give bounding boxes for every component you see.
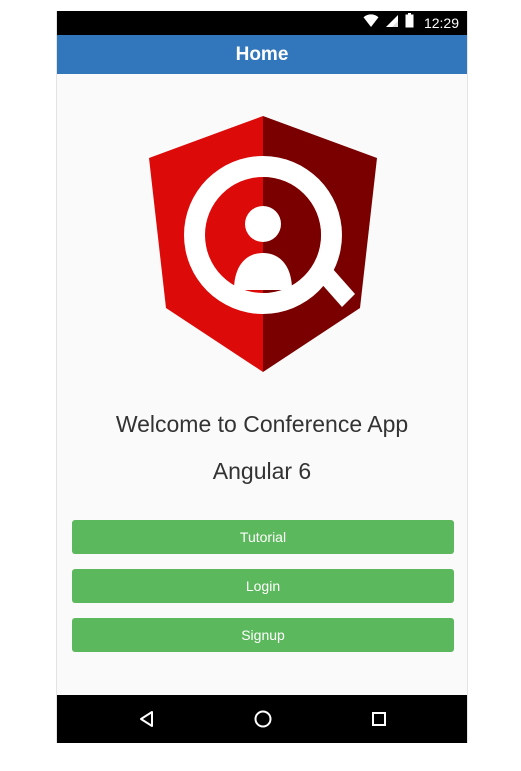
signal-icon [385, 11, 399, 35]
app-header: Home [57, 35, 467, 74]
status-time: 12:29 [423, 15, 459, 31]
recent-apps-button[interactable] [367, 707, 391, 731]
phone-frame: 12:29 Home Welcome to Conference App Ang… [56, 11, 468, 743]
home-icon [254, 710, 272, 728]
welcome-title: Welcome to Conference App [115, 411, 409, 437]
main-content: Welcome to Conference App Angular 6 Tuto… [57, 74, 467, 695]
android-navigation-bar [57, 695, 467, 743]
page-title: Home [235, 43, 289, 65]
login-button[interactable]: Login [72, 569, 454, 603]
back-button[interactable] [135, 707, 159, 731]
wifi-icon [363, 11, 379, 35]
back-icon [140, 711, 153, 727]
status-icons: 12:29 [363, 11, 459, 35]
signup-button[interactable]: Signup [72, 618, 454, 652]
framework-title: Angular 6 [212, 458, 312, 484]
home-button[interactable] [251, 707, 275, 731]
recent-apps-icon [372, 712, 386, 726]
status-bar: 12:29 [57, 11, 467, 35]
tutorial-button[interactable]: Tutorial [72, 520, 454, 554]
conference-app-logo [149, 116, 377, 372]
battery-icon [405, 11, 414, 35]
